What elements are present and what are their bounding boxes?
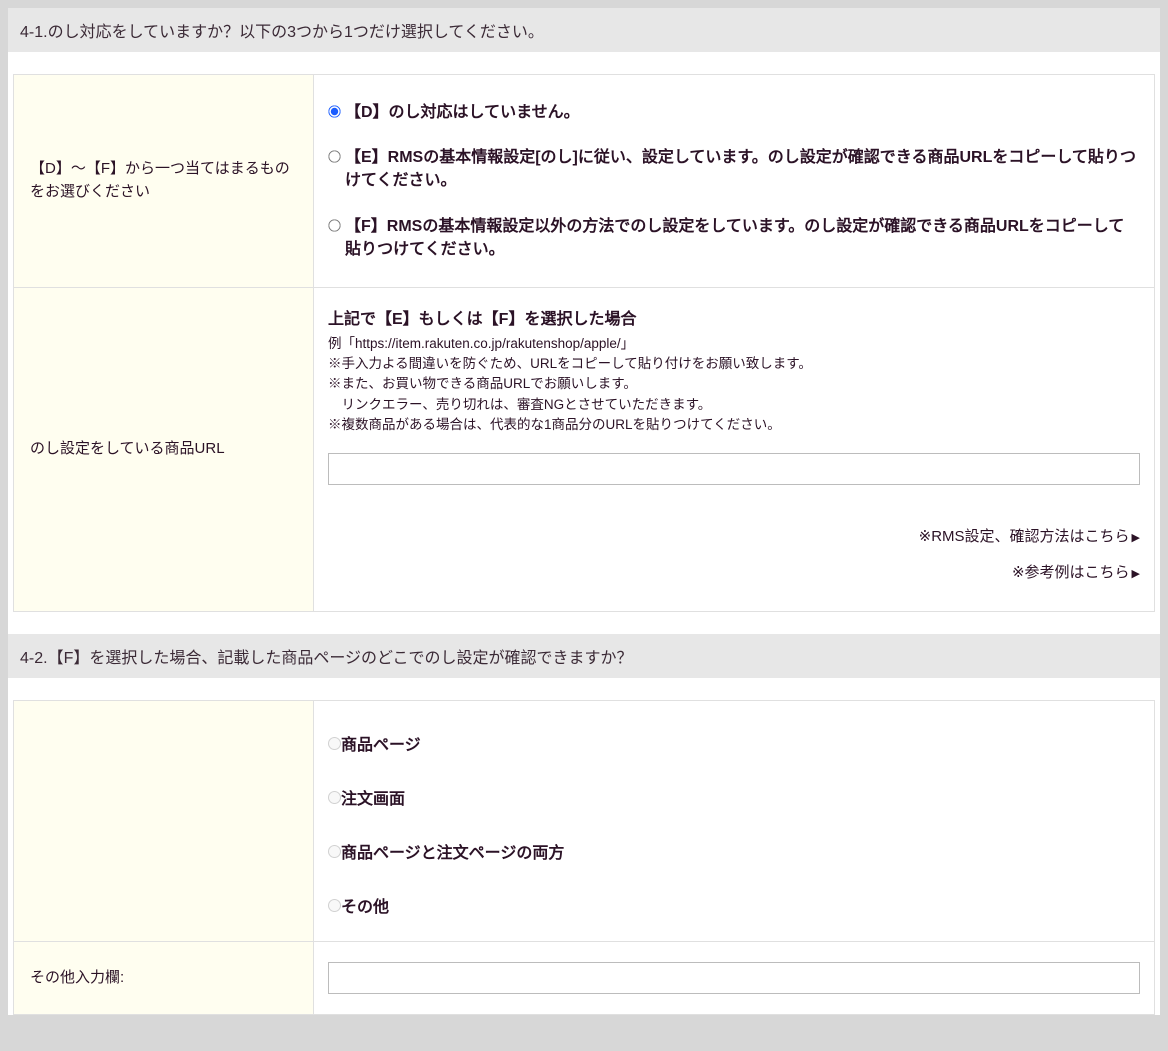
other-input-4-2[interactable]	[328, 962, 1140, 994]
row-4-2-radios: 商品ページ 注文画面 商品ページと注文ページの両方 その他	[14, 701, 1155, 942]
radio-other-label: その他	[341, 893, 389, 917]
right-links-4-1: ※RMS設定、確認方法はこちら▶ ※参考例はこちら▶	[328, 519, 1140, 591]
label-cell-4-1-url: のし設定をしている商品URL	[14, 287, 314, 611]
radio-order-screen-label: 注文画面	[341, 785, 405, 809]
label-cell-4-2-empty	[14, 701, 314, 942]
page-container: 4-1.のし対応をしていますか？以下の3つから1つだけ選択してください。 【D】…	[8, 8, 1160, 1015]
radio-f[interactable]	[328, 219, 340, 231]
radio-both-label: 商品ページと注文ページの両方	[341, 839, 564, 863]
desc-line-3: ※また、お買い物できる商品URLでお願いします。	[328, 374, 1140, 394]
url-input-4-1[interactable]	[328, 453, 1140, 485]
radio-row-order-screen[interactable]: 注文画面	[328, 785, 1140, 809]
desc-line-4: リンクエラー、売り切れは、審査NGとさせていただきます。	[328, 395, 1140, 415]
radio-d-label: 【D】のし対応はしていません。	[345, 101, 580, 124]
row-4-1-url: のし設定をしている商品URL 上記で【E】もしくは【F】を選択した場合 例「ht…	[14, 287, 1155, 611]
radio-row-d[interactable]: 【D】のし対応はしていません。	[328, 101, 1140, 124]
label-cell-4-1-select: 【D】〜【F】から一つ当てはまるものをお選びください	[14, 75, 314, 288]
radio-order-screen[interactable]	[328, 791, 341, 804]
desc-line-5: ※複数商品がある場合は、代表的な1商品分のURLを貼りつけてください。	[328, 415, 1140, 435]
row-4-1-radios: 【D】〜【F】から一つ当てはまるものをお選びください 【D】のし対応はしていませ…	[14, 75, 1155, 288]
content-cell-4-1-url: 上記で【E】もしくは【F】を選択した場合 例「https://item.raku…	[314, 287, 1155, 611]
desc-line-2: ※手入力よる間違いを防ぐため、URLをコピーして貼り付けをお願い致します。	[328, 354, 1140, 374]
radio-e-label: 【E】RMSの基本情報設定[のし]に従い、設定しています。のし設定が確認できる商…	[345, 146, 1140, 192]
content-cell-4-2-other	[314, 942, 1155, 1015]
radio-product-page-label: 商品ページ	[341, 731, 421, 755]
radio-both[interactable]	[328, 845, 341, 858]
link-example[interactable]: ※参考例はこちら▶	[1012, 564, 1140, 581]
link-example-text: ※参考例はこちら	[1012, 564, 1130, 581]
link-rms-setting[interactable]: ※RMS設定、確認方法はこちら▶	[919, 528, 1140, 545]
desc-title-4-1: 上記で【E】もしくは【F】を選択した場合	[328, 308, 1140, 332]
desc-block-4-1: 上記で【E】もしくは【F】を選択した場合 例「https://item.raku…	[328, 308, 1140, 435]
triangle-icon: ▶	[1132, 568, 1140, 580]
radio-product-page[interactable]	[328, 737, 341, 750]
radio-row-other[interactable]: その他	[328, 893, 1140, 917]
form-table-4-1: 【D】〜【F】から一つ当てはまるものをお選びください 【D】のし対応はしていませ…	[13, 74, 1155, 612]
radio-row-f[interactable]: 【F】RMSの基本情報設定以外の方法でのし設定をしています。のし設定が確認できる…	[328, 215, 1140, 261]
radio-row-both[interactable]: 商品ページと注文ページの両方	[328, 839, 1140, 863]
row-4-2-other-input: その他入力欄:	[14, 942, 1155, 1015]
radio-other[interactable]	[328, 899, 341, 912]
content-cell-4-1-radios: 【D】のし対応はしていません。 【E】RMSの基本情報設定[のし]に従い、設定し…	[314, 75, 1155, 288]
desc-line-1: 例「https://item.rakuten.co.jp/rakutenshop…	[328, 334, 1140, 354]
radio-row-e[interactable]: 【E】RMSの基本情報設定[のし]に従い、設定しています。のし設定が確認できる商…	[328, 146, 1140, 192]
radio-row-product-page[interactable]: 商品ページ	[328, 731, 1140, 755]
radio-d[interactable]	[328, 105, 340, 117]
section-header-4-2: 4-2.【F】を選択した場合、記載した商品ページのどこでのし設定が確認できますか…	[8, 634, 1160, 678]
radio-e[interactable]	[328, 151, 340, 163]
triangle-icon: ▶	[1132, 532, 1140, 544]
label-cell-4-2-other: その他入力欄:	[14, 942, 314, 1015]
section-header-4-1: 4-1.のし対応をしていますか？以下の3つから1つだけ選択してください。	[8, 8, 1160, 52]
content-cell-4-2-radios: 商品ページ 注文画面 商品ページと注文ページの両方 その他	[314, 701, 1155, 942]
link-rms-setting-text: ※RMS設定、確認方法はこちら	[919, 528, 1130, 545]
form-table-4-2: 商品ページ 注文画面 商品ページと注文ページの両方 その他 その他入力欄:	[13, 700, 1155, 1015]
radio-f-label: 【F】RMSの基本情報設定以外の方法でのし設定をしています。のし設定が確認できる…	[345, 215, 1140, 261]
